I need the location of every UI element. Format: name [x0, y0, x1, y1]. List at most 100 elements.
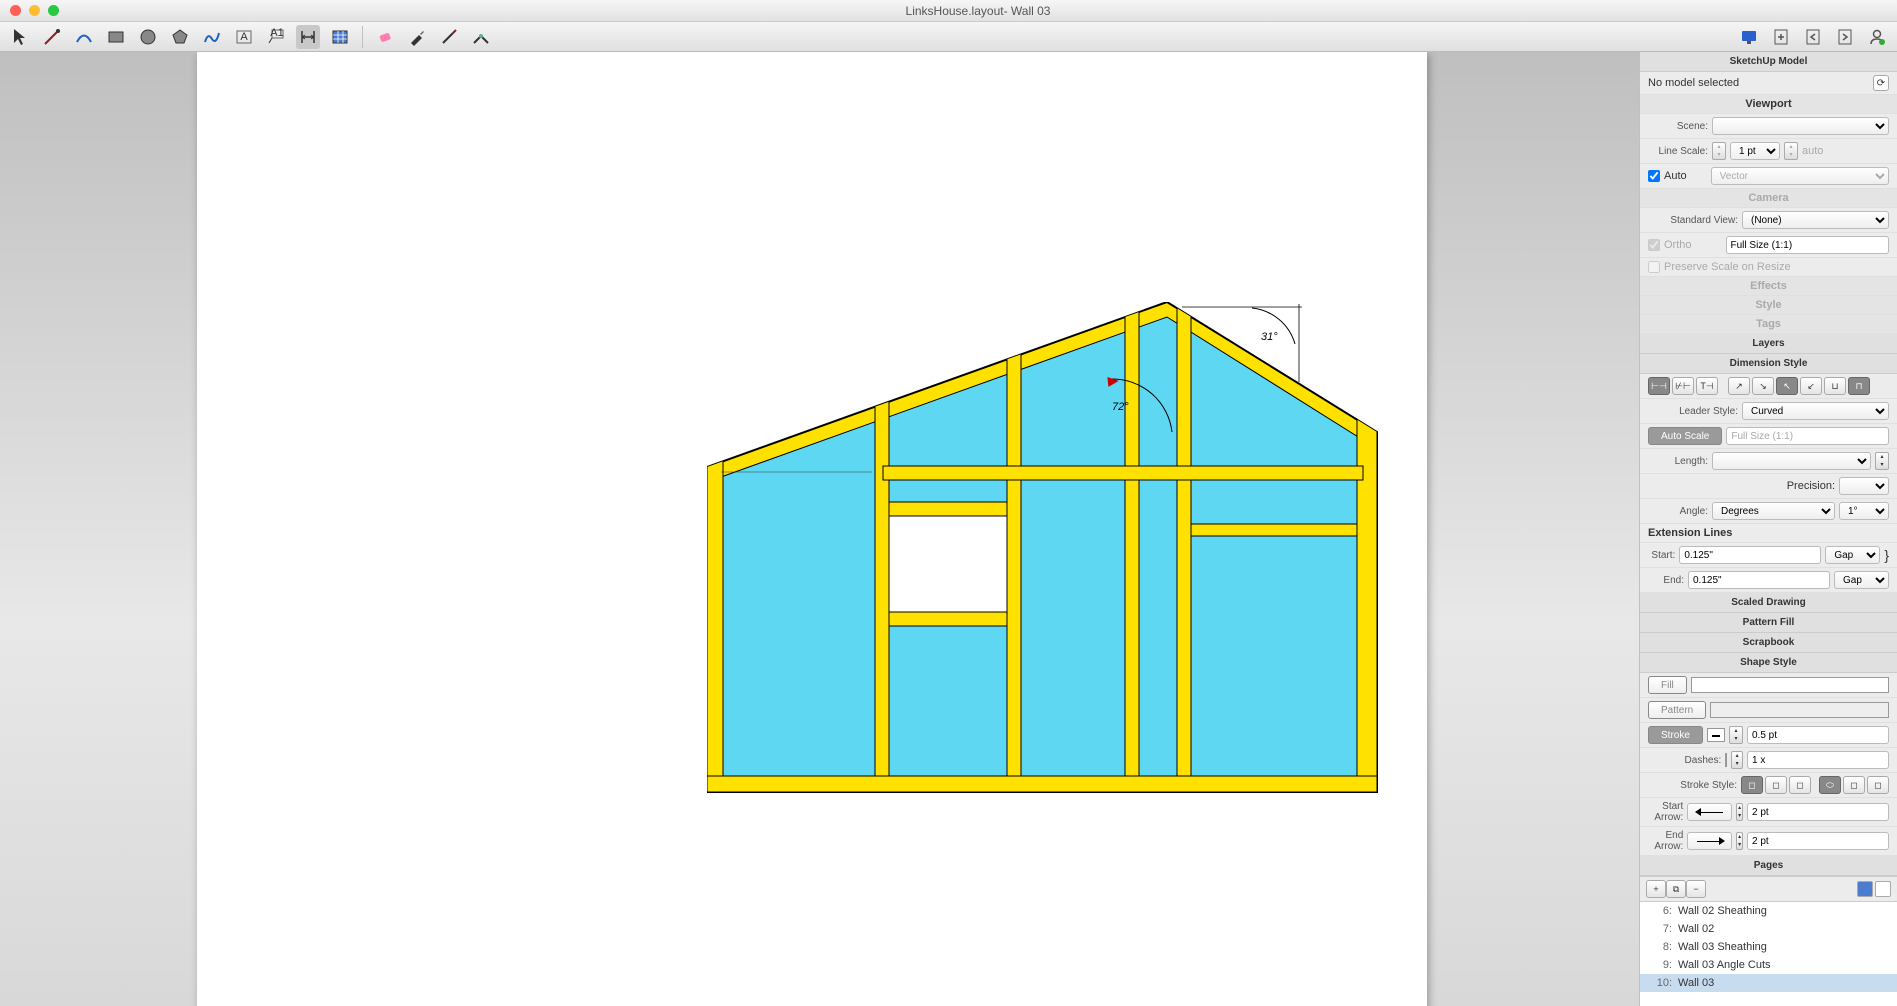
camera-section[interactable]: Camera — [1640, 189, 1897, 208]
angle-precision-select[interactable]: 1° — [1839, 502, 1889, 520]
start-arrow-stepper[interactable] — [1736, 803, 1743, 821]
align-2[interactable]: ↘ — [1752, 377, 1774, 395]
cap-2[interactable]: ◻ — [1765, 776, 1787, 794]
label-tool[interactable]: A1 — [264, 25, 288, 49]
length-select[interactable] — [1712, 452, 1871, 470]
scene-select[interactable] — [1712, 117, 1889, 135]
join-1[interactable]: ⬭ — [1819, 776, 1841, 794]
align-6[interactable]: ⊓ — [1848, 377, 1870, 395]
ext-start-gap[interactable]: Gap — [1825, 546, 1880, 564]
next-page-icon[interactable] — [1833, 25, 1857, 49]
line-scale-stepper[interactable] — [1712, 142, 1726, 160]
end-arrow-select[interactable] — [1687, 832, 1732, 850]
fill-swatch[interactable] — [1691, 677, 1889, 693]
render-select[interactable]: Vector — [1711, 167, 1889, 185]
add-page-icon[interactable] — [1769, 25, 1793, 49]
start-arrow-size[interactable] — [1747, 803, 1889, 821]
dimension-tool[interactable] — [296, 25, 320, 49]
ext-end-label: End: — [1648, 575, 1684, 586]
dim-btn-3[interactable]: T⊣ — [1696, 377, 1718, 395]
close-button[interactable] — [10, 5, 21, 16]
select-tool[interactable] — [8, 25, 32, 49]
arc-tool[interactable] — [72, 25, 96, 49]
align-5[interactable]: ⊔ — [1824, 377, 1846, 395]
maximize-button[interactable] — [48, 5, 59, 16]
ext-start-input[interactable] — [1679, 546, 1821, 564]
canvas-area[interactable]: 72° 31° — [0, 52, 1639, 1006]
dim-btn-2[interactable]: ⊬⊢ — [1672, 377, 1694, 395]
join-3[interactable]: ◻ — [1867, 776, 1889, 794]
align-3[interactable]: ↖ — [1776, 377, 1798, 395]
precision-select[interactable] — [1839, 477, 1889, 495]
pattern-fill-header[interactable]: Pattern Fill — [1640, 613, 1897, 633]
dash-stepper[interactable] — [1731, 751, 1743, 769]
polygon-tool[interactable] — [168, 25, 192, 49]
table-tool[interactable] — [328, 25, 352, 49]
refresh-icon[interactable]: ⟳ — [1873, 75, 1889, 91]
page-item[interactable]: 7:Wall 02 — [1640, 920, 1897, 938]
minimize-button[interactable] — [29, 5, 40, 16]
auto-checkbox[interactable] — [1648, 170, 1660, 182]
shape-style-header[interactable]: Shape Style — [1640, 653, 1897, 673]
align-1[interactable]: ↗ — [1728, 377, 1750, 395]
auto-scale-button[interactable]: Auto Scale — [1648, 427, 1722, 445]
leader-style-select[interactable]: Curved — [1742, 402, 1889, 420]
start-arrow-select[interactable] — [1687, 803, 1732, 821]
layers-header[interactable]: Layers — [1640, 334, 1897, 354]
duplicate-page-button[interactable]: ⧉ — [1666, 880, 1686, 898]
stroke-button[interactable]: Stroke — [1648, 726, 1703, 744]
split-tool[interactable] — [437, 25, 461, 49]
presentation-icon[interactable] — [1737, 25, 1761, 49]
eraser-tool[interactable] — [373, 25, 397, 49]
list-view-button[interactable] — [1857, 881, 1873, 897]
stroke-preview[interactable] — [1707, 728, 1725, 742]
ext-end-gap[interactable]: Gap — [1834, 571, 1889, 589]
add-page-button[interactable]: + — [1646, 880, 1666, 898]
scaled-drawing-header[interactable]: Scaled Drawing — [1640, 593, 1897, 613]
standard-view-select[interactable]: (None) — [1742, 211, 1889, 229]
length-stepper[interactable] — [1875, 452, 1889, 470]
end-arrow-stepper[interactable] — [1736, 832, 1743, 850]
user-icon[interactable] — [1865, 25, 1889, 49]
line-scale-select[interactable]: 1 pt — [1730, 142, 1780, 160]
page-item[interactable]: 9:Wall 03 Angle Cuts — [1640, 956, 1897, 974]
remove-page-button[interactable]: − — [1686, 880, 1706, 898]
tags-section[interactable]: Tags — [1640, 315, 1897, 334]
join-tool[interactable] — [469, 25, 493, 49]
dash-scale-input[interactable] — [1747, 751, 1889, 769]
svg-text:72°: 72° — [1112, 401, 1129, 413]
pattern-swatch[interactable] — [1710, 702, 1889, 718]
circle-tool[interactable] — [136, 25, 160, 49]
scrapbook-header[interactable]: Scrapbook — [1640, 633, 1897, 653]
page-item[interactable]: 8:Wall 03 Sheathing — [1640, 938, 1897, 956]
fill-button[interactable]: Fill — [1648, 676, 1687, 694]
ext-end-input[interactable] — [1688, 571, 1830, 589]
stroke-width-input[interactable] — [1747, 726, 1889, 744]
viewport-section[interactable]: Viewport — [1640, 95, 1897, 114]
end-arrow-size[interactable] — [1747, 832, 1889, 850]
previous-page-icon[interactable] — [1801, 25, 1825, 49]
page-item[interactable]: 6:Wall 02 Sheathing — [1640, 902, 1897, 920]
thumb-view-button[interactable] — [1875, 881, 1891, 897]
effects-section[interactable]: Effects — [1640, 277, 1897, 296]
style-tool[interactable] — [405, 25, 429, 49]
line-tool[interactable] — [40, 25, 64, 49]
pages-header[interactable]: Pages — [1640, 856, 1897, 876]
dimension-style-header[interactable]: Dimension Style — [1640, 354, 1897, 374]
auto-stepper[interactable] — [1784, 142, 1798, 160]
cap-1[interactable]: ◻ — [1741, 776, 1763, 794]
pages-list[interactable]: 6:Wall 02 Sheathing 7:Wall 02 8:Wall 03 … — [1640, 902, 1897, 1006]
dim-btn-1[interactable]: ⊢⊣ — [1648, 377, 1670, 395]
stroke-stepper[interactable] — [1729, 726, 1743, 744]
angle-unit-select[interactable]: Degrees — [1712, 502, 1835, 520]
align-4[interactable]: ↙ — [1800, 377, 1822, 395]
freehand-tool[interactable] — [200, 25, 224, 49]
rectangle-tool[interactable] — [104, 25, 128, 49]
style-section[interactable]: Style — [1640, 296, 1897, 315]
text-tool[interactable]: A — [232, 25, 256, 49]
page-item[interactable]: 10:Wall 03 — [1640, 974, 1897, 992]
pattern-button[interactable]: Pattern — [1648, 701, 1706, 719]
dash-preview[interactable] — [1725, 753, 1727, 767]
cap-3[interactable]: ◻ — [1789, 776, 1811, 794]
join-2[interactable]: ◻ — [1843, 776, 1865, 794]
